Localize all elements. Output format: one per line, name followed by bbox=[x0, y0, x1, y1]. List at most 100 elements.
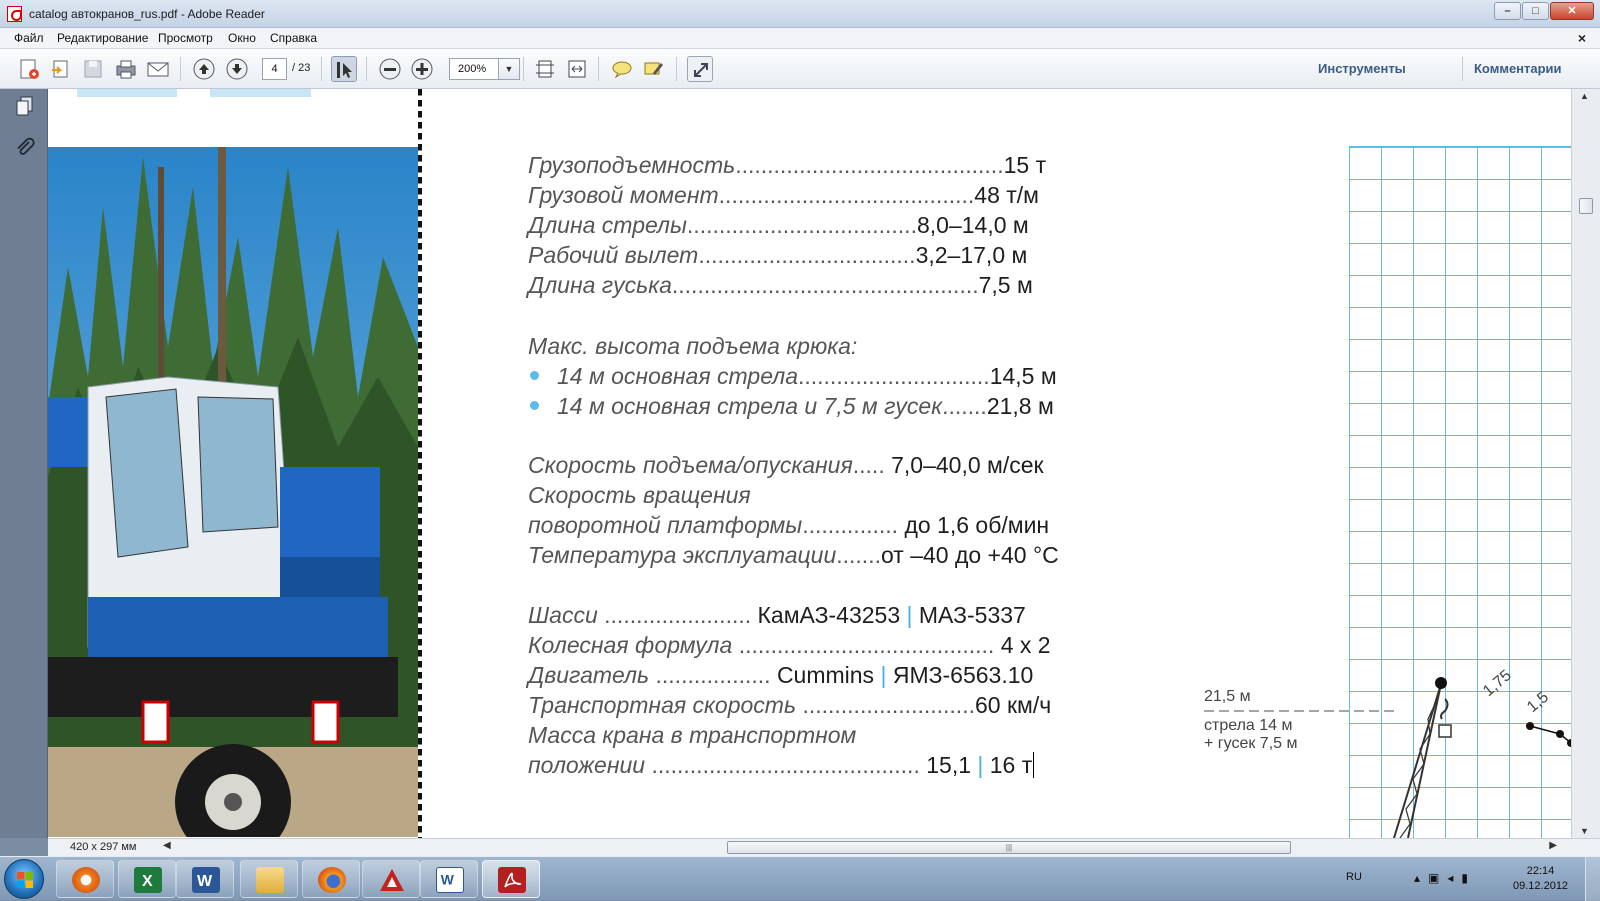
taskbar-firefox[interactable] bbox=[302, 860, 360, 898]
create-pdf-button[interactable] bbox=[16, 56, 42, 82]
spec-label: поворотной платформы bbox=[528, 512, 803, 538]
diagram-caption: стрела 14 м bbox=[1204, 717, 1293, 734]
language-indicator[interactable]: RU bbox=[1346, 871, 1362, 883]
spec-value: МАЗ-5337 bbox=[918, 602, 1026, 628]
close-icon: ✕ bbox=[1567, 5, 1577, 17]
fit-width-button[interactable] bbox=[564, 56, 590, 82]
toolbar-separator bbox=[523, 57, 524, 81]
spec-label: Скорость подъема/опускания bbox=[528, 452, 853, 478]
spec-row: положении ..............................… bbox=[528, 750, 1098, 780]
toolbar-separator bbox=[598, 57, 599, 81]
bullet-icon bbox=[530, 401, 539, 411]
maximize-icon: □ bbox=[1532, 5, 1539, 17]
horizontal-scrollbar-thumb[interactable]: ||| bbox=[727, 841, 1291, 854]
taskbar-word-document[interactable]: W bbox=[420, 860, 478, 898]
vertical-scrollbar[interactable]: ▲ ▼ bbox=[1571, 89, 1600, 838]
next-page-button[interactable] bbox=[224, 56, 250, 82]
taskbar-autocad[interactable] bbox=[362, 860, 420, 898]
system-tray-icons[interactable]: ▴▣◂▮ bbox=[1414, 871, 1476, 885]
previous-page-button[interactable] bbox=[191, 56, 217, 82]
scroll-down-icon[interactable]: ▼ bbox=[1580, 826, 1589, 836]
spec-label: Грузоподъемность bbox=[528, 152, 736, 178]
spec-row: 14 м основная стрела и 7,5 м гусек......… bbox=[528, 391, 1098, 421]
menu-view[interactable]: Просмотр bbox=[158, 31, 213, 45]
zoom-input[interactable]: 200% bbox=[449, 58, 499, 80]
spec-dots: ....... bbox=[836, 542, 881, 568]
menu-edit[interactable]: Редактирование bbox=[57, 31, 148, 45]
page-tab-marker bbox=[210, 89, 311, 97]
spec-value: 4 x 2 bbox=[1000, 632, 1051, 658]
page-total: / 23 bbox=[292, 62, 311, 74]
close-window-button[interactable]: ✕ bbox=[1550, 2, 1594, 20]
page-tab-marker bbox=[77, 89, 177, 97]
fit-page-button[interactable] bbox=[532, 56, 558, 82]
pages-icon bbox=[16, 96, 33, 116]
spec-value: 15,1 bbox=[926, 752, 971, 778]
taskbar-media-player[interactable] bbox=[56, 860, 114, 898]
taskbar-word[interactable]: W bbox=[176, 860, 234, 898]
zoom-in-button[interactable] bbox=[409, 56, 435, 82]
toolbar-separator bbox=[366, 57, 367, 81]
windows-logo-icon bbox=[17, 872, 33, 888]
media-player-icon bbox=[72, 867, 100, 893]
save-icon bbox=[84, 60, 102, 78]
document-view[interactable]: Грузоподъемность........................… bbox=[48, 89, 1571, 838]
separator-bar: | bbox=[906, 602, 913, 628]
open-button[interactable] bbox=[48, 56, 74, 82]
spec-label: 14 м основная стрела и 7,5 м гусек bbox=[557, 393, 943, 419]
close-document-button[interactable]: × bbox=[1578, 30, 1586, 46]
minimize-button[interactable]: – bbox=[1494, 2, 1521, 20]
taskbar-explorer[interactable] bbox=[240, 860, 298, 898]
fit-width-icon bbox=[568, 60, 586, 78]
fullscreen-button[interactable] bbox=[687, 56, 713, 82]
scrollbar-corner bbox=[1571, 838, 1600, 856]
zoom-out-button[interactable] bbox=[377, 56, 403, 82]
spec-value: 21,8 м bbox=[986, 393, 1054, 419]
select-tool-button[interactable] bbox=[331, 56, 357, 82]
window-controls: – □ ✕ bbox=[1493, 2, 1594, 20]
scrollbar-thumb[interactable] bbox=[1579, 198, 1593, 214]
diagram-height-label: 21,5 м bbox=[1204, 688, 1251, 705]
scroll-left-icon[interactable]: ◀ bbox=[163, 840, 171, 851]
spec-row: Скорость подъема/опускания..... 7,0–40,0… bbox=[528, 450, 1098, 480]
save-button[interactable] bbox=[80, 56, 106, 82]
show-desktop-button[interactable] bbox=[1585, 857, 1600, 901]
print-button[interactable] bbox=[113, 56, 139, 82]
menu-window[interactable]: Окно bbox=[228, 31, 256, 45]
menu-help[interactable]: Справка bbox=[270, 31, 317, 45]
explorer-icon bbox=[256, 867, 284, 893]
comments-pane-link[interactable]: Комментарии bbox=[1474, 61, 1562, 76]
zoom-dropdown-button[interactable]: ▼ bbox=[498, 58, 520, 80]
clock[interactable]: 22:14 09.12.2012 bbox=[1513, 864, 1568, 894]
toolbar: 4 / 23 200% ▼ Инструменты Комментарии bbox=[0, 49, 1600, 89]
minimize-icon: – bbox=[1504, 5, 1511, 17]
scroll-right-icon[interactable]: ▶ bbox=[1549, 840, 1557, 851]
spec-dots: ........................... bbox=[802, 692, 975, 718]
spec-label: положении bbox=[528, 752, 646, 778]
highlight-button[interactable] bbox=[641, 56, 667, 82]
toolbar-separator bbox=[321, 57, 322, 81]
taskbar-excel[interactable]: X bbox=[118, 860, 176, 898]
crane-truck-photo bbox=[48, 147, 418, 837]
taskbar-acrobat-reader[interactable] bbox=[482, 860, 540, 898]
spec-dots: .................................. bbox=[698, 242, 916, 268]
menu-file[interactable]: Файл bbox=[14, 31, 44, 45]
scroll-up-icon[interactable]: ▲ bbox=[1580, 91, 1589, 101]
page-number-input[interactable]: 4 bbox=[262, 58, 287, 80]
spec-label: Длина гуська bbox=[528, 272, 672, 298]
page-thumbnails-button[interactable] bbox=[13, 94, 37, 118]
spec-value: 3,2–17,0 м bbox=[915, 242, 1028, 268]
spec-label: Грузовой момент bbox=[528, 182, 719, 208]
comment-button[interactable] bbox=[609, 56, 635, 82]
spec-row: Двигатель .................. Cummins | Я… bbox=[528, 660, 1098, 690]
open-icon bbox=[52, 60, 68, 78]
separator-bar: | bbox=[880, 662, 887, 688]
tools-pane-link[interactable]: Инструменты bbox=[1318, 61, 1406, 76]
spec-value: 7,0–40,0 м/сек bbox=[891, 452, 1044, 478]
maximize-button[interactable]: □ bbox=[1522, 2, 1549, 20]
email-button[interactable] bbox=[145, 56, 171, 82]
spec-value: 14,5 м bbox=[989, 363, 1057, 389]
start-button[interactable] bbox=[4, 859, 44, 899]
attachments-button[interactable] bbox=[13, 136, 37, 160]
spec-value: 48 т/м bbox=[974, 182, 1039, 208]
